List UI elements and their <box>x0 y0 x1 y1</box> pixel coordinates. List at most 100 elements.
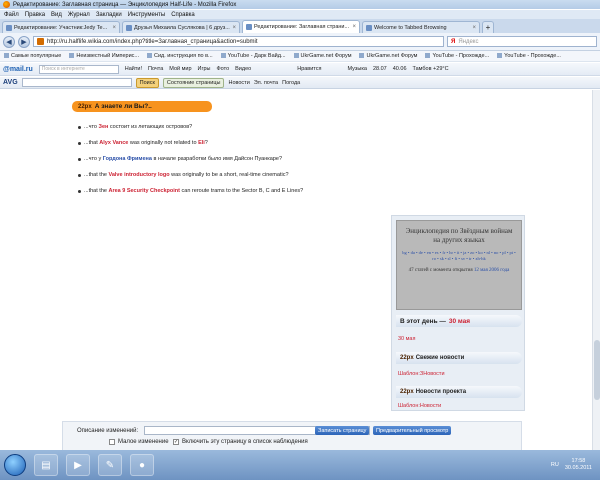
weather[interactable]: Тамбов +29°C <box>413 66 449 72</box>
forward-button[interactable]: ▶ <box>18 35 30 48</box>
checkbox-box[interactable] <box>109 439 115 445</box>
mailru-video[interactable]: Видео <box>235 66 251 72</box>
avg-weather[interactable]: Погода <box>282 80 300 86</box>
checkbox-box[interactable]: ✓ <box>173 439 179 445</box>
news-template-link[interactable]: Шаблон:ЗНовости <box>398 371 445 377</box>
menu-bar: Файл Правка Вид Журнал Закладки Инструме… <box>0 10 600 19</box>
page-status-button[interactable]: Состояние страницы <box>162 77 225 88</box>
fact-link[interactable]: Eli <box>198 140 205 146</box>
tab-edit-main[interactable]: Редактирование: Заглавная страни... × <box>242 20 360 33</box>
preview-button[interactable]: Предварительный просмотр <box>373 426 452 435</box>
fact-item: ...that the Valve introductory logo was … <box>78 172 408 179</box>
fact-text: ...that <box>84 140 98 146</box>
menu-edit[interactable]: Правка <box>25 12 45 18</box>
mailru-music[interactable]: Музыка <box>348 66 367 72</box>
search-box[interactable]: Я Яндекс <box>447 36 597 47</box>
other-languages-box: Энциклопедия по Звёздным войнам на други… <box>396 220 522 310</box>
fact-text: ...что <box>84 124 97 130</box>
avg-search-button[interactable]: Поиск <box>135 77 159 88</box>
vertical-scrollbar[interactable] <box>592 90 600 450</box>
explorer-icon[interactable]: ▤ <box>34 454 58 476</box>
mailru-photo[interactable]: Фото <box>217 66 230 72</box>
summary-label: Описание изменений: <box>77 428 139 434</box>
tab-label: Редактирование: Участник:Jedy Te... <box>14 24 108 31</box>
bookmark-item[interactable]: UkrGame.net Форум <box>359 53 417 59</box>
this-day-date[interactable]: 30 мая <box>449 318 470 325</box>
project-news-link[interactable]: Шаблон:Новости <box>398 403 441 409</box>
mailru-myworld[interactable]: Мой мир <box>169 66 191 72</box>
fact-link[interactable]: Гордона Фримена <box>103 156 152 162</box>
fact-link[interactable]: Valve introductory logo <box>108 172 169 178</box>
mailru-search-input[interactable]: Поиск в интернете <box>38 64 119 74</box>
close-tab-icon[interactable]: × <box>352 24 356 30</box>
menu-file[interactable]: Файл <box>4 12 19 18</box>
url-text: http://ru.halflife.wikia.com/index.php?t… <box>47 38 258 45</box>
bookmark-item[interactable]: YouTube - Дарк Вайд... <box>221 53 286 59</box>
fact-item: ...that the Area 9 Security Checkpoint c… <box>78 188 408 195</box>
fact-text: ...that the <box>84 188 107 194</box>
bullet-icon <box>78 126 81 129</box>
avg-email[interactable]: Эл. почта <box>254 80 278 86</box>
menu-tools[interactable]: Инструменты <box>128 12 165 18</box>
this-day-link[interactable]: 30 мая <box>398 336 415 342</box>
bookmark-item[interactable]: YouTube - Прохожде... <box>497 53 561 59</box>
clock[interactable]: 17:58 30.05.2011 <box>565 458 592 472</box>
menu-bookmarks[interactable]: Закладки <box>96 12 122 18</box>
mailru-like[interactable]: Нравится <box>297 66 321 72</box>
site-icon <box>37 38 44 45</box>
fact-text: was originally to be a short, real-time … <box>171 172 289 178</box>
close-tab-icon[interactable]: × <box>232 25 236 31</box>
right-sidebar: Энциклопедия по Звёздным войнам на други… <box>391 215 525 411</box>
tools-icon[interactable]: ✎ <box>98 454 122 476</box>
mailru-logo[interactable]: @mail.ru <box>3 66 33 73</box>
bookmark-item[interactable]: YouTube - Прохожде... <box>425 53 489 59</box>
minor-edit-checkbox[interactable]: Малое изменение <box>109 439 169 445</box>
close-tab-icon[interactable]: × <box>112 25 116 31</box>
fact-text: can reroute trams to the Sector B, C and… <box>181 188 304 194</box>
fact-item: ...что Зен состоит из летающих островов? <box>78 124 408 131</box>
save-page-button[interactable]: Записать страницу <box>315 426 370 435</box>
yandex-icon: Я <box>451 38 456 45</box>
scrollbar-thumb[interactable] <box>594 340 600 400</box>
url-bar[interactable]: http://ru.halflife.wikia.com/index.php?t… <box>33 36 444 47</box>
language-links[interactable]: bg • da • de • en • es • fr • hr • it • … <box>402 250 516 262</box>
bullet-icon <box>78 158 81 161</box>
new-tab-button[interactable]: + <box>482 21 494 33</box>
fact-link[interactable]: Alyx Vance <box>99 140 128 146</box>
tab-welcome[interactable]: Welcome to Tabbed Browsing × <box>362 21 480 33</box>
bullet-icon <box>78 174 81 177</box>
bookmark-item[interactable]: UkrGame.net Форум <box>294 53 352 59</box>
mailru-find-button[interactable]: Найти! <box>125 66 142 72</box>
start-button[interactable] <box>4 454 26 476</box>
bookmark-item[interactable]: Сид. инструкция по в... <box>147 53 213 59</box>
fact-link[interactable]: Area 9 Security Checkpoint <box>108 188 180 194</box>
language-indicator[interactable]: RU <box>551 462 559 468</box>
close-tab-icon[interactable]: × <box>472 25 476 31</box>
open-date-link[interactable]: 12 мая 2006 года <box>474 268 509 273</box>
avg-news[interactable]: Новости <box>228 80 249 86</box>
tab-friends[interactable]: Друзья Михаила Суслякова | 6 друз... × <box>122 21 240 33</box>
mailru-mail[interactable]: Почта <box>148 66 163 72</box>
project-news-header: 22px Новости проекта <box>396 386 522 398</box>
menu-help[interactable]: Справка <box>171 12 195 18</box>
edit-summary-panel: Описание изменений: Записать страницу Пр… <box>62 421 522 451</box>
bookmark-item[interactable]: Неизвестный Империс... <box>69 53 139 59</box>
firefox-taskbar-icon[interactable]: ● <box>130 454 154 476</box>
mailru-games[interactable]: Игры <box>198 66 211 72</box>
menu-history[interactable]: Журнал <box>68 12 90 18</box>
fact-text: ? <box>204 140 208 146</box>
back-button[interactable]: ◀ <box>3 35 15 48</box>
avg-logo[interactable]: AVG <box>3 79 18 86</box>
media-player-icon[interactable]: ▶ <box>66 454 90 476</box>
bookmark-item[interactable]: Самые популярные <box>4 53 61 59</box>
did-you-know-header: 22px А знаете ли Вы?.. <box>72 101 212 112</box>
fact-link[interactable]: Зен <box>99 124 109 130</box>
page-content: 22px А знаете ли Вы?.. ...что Зен состои… <box>0 90 600 451</box>
watch-page-label: Включить эту страницу в список наблюдени… <box>182 439 308 445</box>
menu-view[interactable]: Вид <box>51 12 62 18</box>
tab-edit-user[interactable]: Редактирование: Участник:Jedy Te... × <box>2 21 120 33</box>
page-icon <box>126 24 132 31</box>
watch-page-checkbox[interactable]: ✓ Включить эту страницу в список наблюде… <box>173 439 308 445</box>
avg-search-input[interactable] <box>21 78 132 87</box>
fact-text: ...that the <box>84 172 107 178</box>
